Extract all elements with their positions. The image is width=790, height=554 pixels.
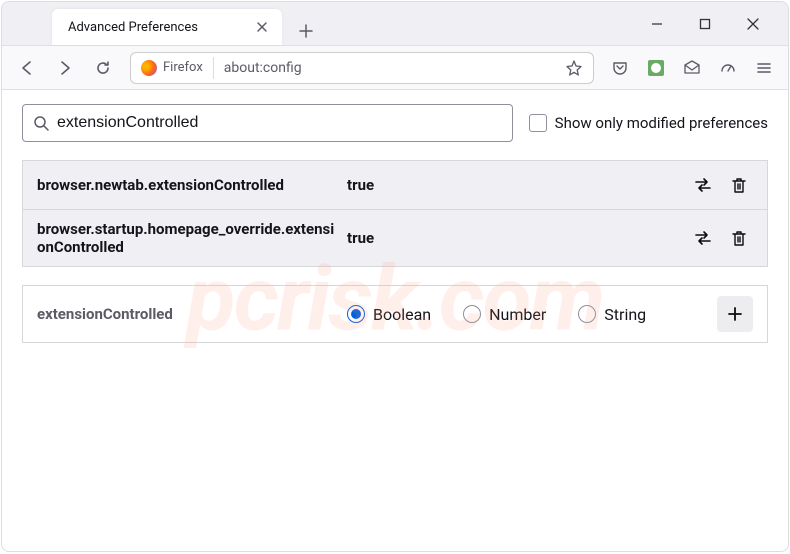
hamburger-menu-icon[interactable] <box>748 52 780 84</box>
forward-button[interactable] <box>48 52 82 84</box>
close-window-button[interactable] <box>738 9 768 39</box>
pref-value: true <box>347 229 679 247</box>
show-modified-checkbox-row[interactable]: Show only modified preferences <box>529 114 768 132</box>
new-tab-button[interactable] <box>292 17 320 45</box>
pref-name[interactable]: browser.newtab.extensionControlled <box>37 176 337 194</box>
tab-active[interactable]: Advanced Preferences <box>52 9 282 45</box>
pref-row: browser.startup.homepage_override.extens… <box>23 210 767 266</box>
identity-box[interactable]: Firefox <box>141 57 214 79</box>
url-text[interactable]: about:config <box>214 60 565 76</box>
pref-actions <box>689 171 753 199</box>
url-bar[interactable]: Firefox about:config <box>130 52 594 84</box>
toggle-icon[interactable] <box>689 224 717 252</box>
new-pref-name: extensionControlled <box>37 305 337 323</box>
radio-boolean[interactable]: Boolean <box>347 305 431 324</box>
radio-label: Number <box>489 305 546 324</box>
browser-window: Advanced Preferences <box>1 1 789 552</box>
radio-label: String <box>604 305 646 324</box>
delete-icon[interactable] <box>725 171 753 199</box>
pref-value: true <box>347 176 679 194</box>
tab-strip: Advanced Preferences <box>2 2 622 45</box>
search-row: Show only modified preferences <box>22 104 768 142</box>
extension-icon[interactable] <box>640 52 672 84</box>
pref-actions <box>689 224 753 252</box>
pref-row: browser.newtab.extensionControlled true <box>23 161 767 210</box>
search-icon <box>33 115 49 131</box>
preferences-table: browser.newtab.extensionControlled true … <box>22 160 768 267</box>
minimize-button[interactable] <box>642 9 672 39</box>
radio-icon[interactable] <box>578 305 596 323</box>
search-box[interactable] <box>22 104 513 142</box>
close-tab-icon[interactable] <box>252 17 272 37</box>
add-pref-button[interactable] <box>717 296 753 332</box>
checkbox-icon[interactable] <box>529 114 547 132</box>
radio-number[interactable]: Number <box>463 305 546 324</box>
navigation-toolbar: Firefox about:config <box>2 46 788 90</box>
maximize-button[interactable] <box>690 9 720 39</box>
tab-title: Advanced Preferences <box>62 20 252 35</box>
dashboard-icon[interactable] <box>712 52 744 84</box>
firefox-logo-icon <box>141 60 157 76</box>
reload-button[interactable] <box>86 52 120 84</box>
inbox-icon[interactable] <box>676 52 708 84</box>
radio-icon[interactable] <box>463 305 481 323</box>
titlebar: Advanced Preferences <box>2 2 788 46</box>
show-modified-label: Show only modified preferences <box>555 114 768 132</box>
radio-icon[interactable] <box>347 305 365 323</box>
about-config-content: Show only modified preferences browser.n… <box>2 90 788 357</box>
bookmark-star-icon[interactable] <box>565 59 583 77</box>
new-pref-row: extensionControlled Boolean Number Strin… <box>22 285 768 343</box>
delete-icon[interactable] <box>725 224 753 252</box>
type-radio-group: Boolean Number String <box>347 305 707 324</box>
back-button[interactable] <box>10 52 44 84</box>
identity-label: Firefox <box>163 60 203 75</box>
window-controls <box>622 9 788 39</box>
pocket-icon[interactable] <box>604 52 636 84</box>
search-input[interactable] <box>49 114 502 132</box>
radio-string[interactable]: String <box>578 305 646 324</box>
toggle-icon[interactable] <box>689 171 717 199</box>
radio-label: Boolean <box>373 305 431 324</box>
pref-name[interactable]: browser.startup.homepage_override.extens… <box>37 220 337 256</box>
